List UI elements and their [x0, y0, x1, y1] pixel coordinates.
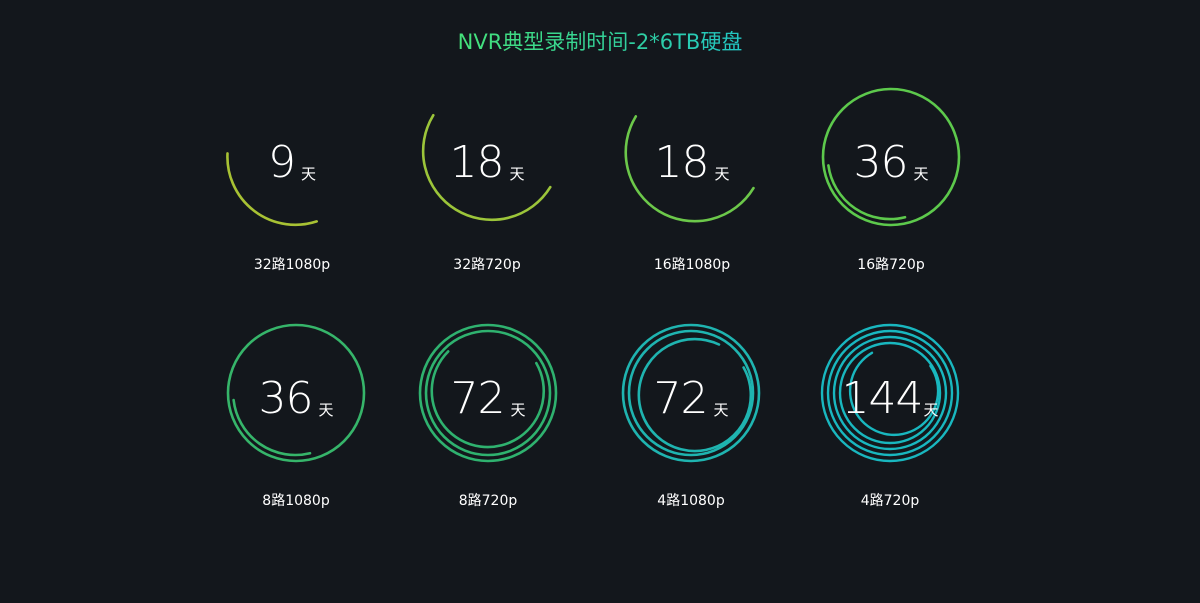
days-value: 144天 — [841, 373, 939, 424]
recording-card: 9天 32路1080p — [212, 87, 372, 287]
channel-resolution-label: 4路720p — [860, 493, 920, 509]
channel-resolution-label: 16路720p — [857, 257, 925, 273]
days-value: 72 天 — [653, 373, 729, 424]
channel-resolution-label: 8路720p — [458, 493, 518, 509]
recording-card: 36 天 16路720p — [811, 87, 971, 287]
recording-card: 36 天 8路1080p — [216, 323, 376, 523]
recording-card: 72 天 8路720p — [408, 323, 568, 523]
days-value: 9天 — [267, 137, 316, 188]
channel-resolution-label: 16路1080p — [653, 257, 731, 273]
days-value: 18 天 — [449, 137, 525, 188]
channel-resolution-label: 32路720p — [453, 257, 521, 273]
page-title-container: NVR典型录制时间-2*6TB硬盘 — [0, 26, 1200, 56]
page-title: NVR典型录制时间-2*6TB硬盘 — [457, 30, 743, 54]
days-value: 36 天 — [258, 373, 334, 424]
recording-card: 18 天 32路720p — [407, 87, 567, 287]
channel-resolution-label: 32路1080p — [253, 257, 331, 273]
channel-resolution-label: 4路1080p — [657, 493, 725, 509]
recording-card: 18 天 16路1080p — [612, 87, 772, 287]
days-value: 36 天 — [853, 137, 929, 188]
recording-card: 72 天 4路1080p — [611, 323, 771, 523]
channel-resolution-label: 8路1080p — [262, 493, 330, 509]
days-value: 72 天 — [450, 373, 526, 424]
recording-card: 144天 4路720p — [810, 323, 970, 523]
days-value: 18 天 — [654, 137, 730, 188]
